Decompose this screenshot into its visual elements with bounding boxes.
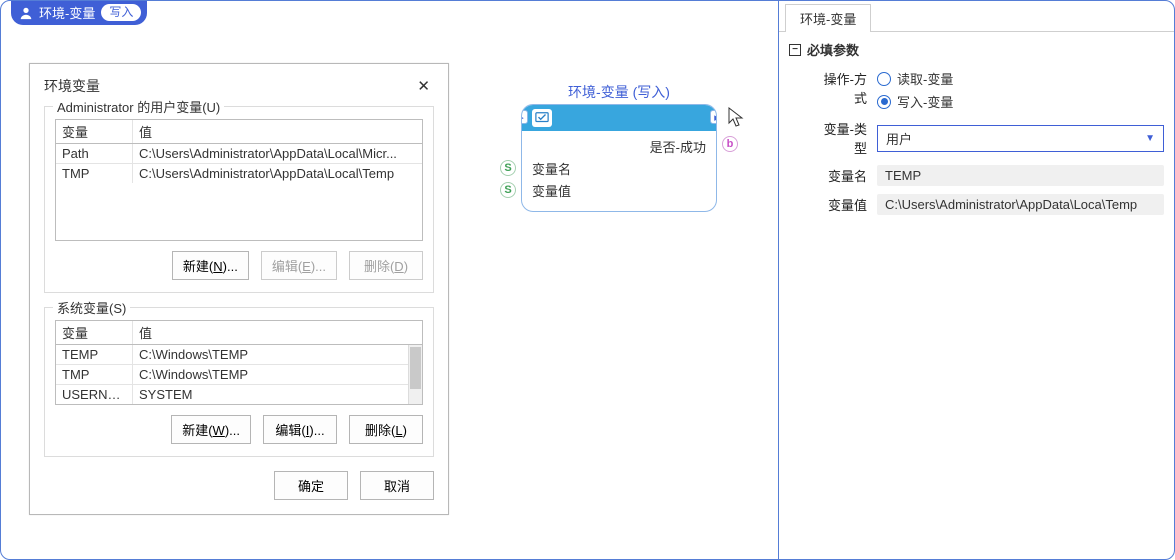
node-wrap: 环境-变量 (写入) ▸ ▸ 是否-成功 (521, 82, 717, 212)
scroll-thumb[interactable] (410, 347, 421, 389)
node-row-value: 变量值 (532, 181, 706, 200)
row-op-mode: 操作-方式 读取-变量 写入-变量 (789, 69, 1164, 111)
table-row[interactable]: TMP C:\Users\Administrator\AppData\Local… (56, 164, 422, 183)
table-row[interactable]: TMP C:\Windows\TEMP (56, 365, 422, 385)
new-user-button[interactable]: 新建(N)... (172, 251, 249, 280)
port-string-icon[interactable]: S (500, 182, 516, 198)
system-vars-fieldset: 系统变量(S) 变量 值 TEMP C:\Windows\TEMP (44, 307, 434, 457)
env-var-dialog: 环境变量 ✕ Administrator 的用户变量(U) 变量 值 (29, 63, 449, 515)
sys-table-body: TEMP C:\Windows\TEMP TMP C:\Windows\TEMP… (56, 345, 422, 404)
row-var-type: 变量-类型 用户 ▼ (789, 119, 1164, 157)
edit-user-button: 编辑(E)... (261, 251, 337, 280)
node-card[interactable]: ▸ ▸ 是否-成功 变量名 (521, 104, 717, 212)
canvas-area: 环境变量 ✕ Administrator 的用户变量(U) 变量 值 (1, 25, 778, 559)
sys-btn-row: 新建(W)... 编辑(I)... 删除(L) (55, 415, 423, 444)
delete-system-button[interactable]: 删除(L) (349, 415, 423, 444)
flow-out-port[interactable]: ▸ (710, 110, 717, 124)
new-system-button[interactable]: 新建(W)... (171, 415, 251, 444)
collapse-icon[interactable]: − (789, 44, 801, 56)
header-pill: 环境-变量 写入 (11, 1, 147, 25)
node-body: 是否-成功 变量名 变量值 (522, 131, 716, 211)
var-value-input[interactable]: C:\Users\Administrator\AppData\Loca\Temp (877, 194, 1164, 215)
col-var: 变量 (56, 321, 132, 344)
cursor-icon (728, 107, 744, 127)
tab-env-var[interactable]: 环境-变量 (785, 4, 871, 32)
row-var-name: 变量名 TEMP (789, 165, 1164, 186)
in-value-label: 变量值 (532, 181, 571, 200)
col-val: 值 (132, 321, 422, 344)
radio-icon (877, 72, 891, 86)
radio-write-label: 写入-变量 (897, 92, 953, 111)
right-panel: 环境-变量 − 必填参数 操作-方式 读取-变量 写入-变量 (778, 1, 1174, 559)
rp-body: − 必填参数 操作-方式 读取-变量 写入-变量 变量-类型 (779, 32, 1174, 231)
mode-badge: 写入 (101, 4, 141, 21)
in-name-label: 变量名 (532, 159, 571, 178)
table-row[interactable]: Path C:\Users\Administrator\AppData\Loca… (56, 144, 422, 164)
col-var: 变量 (56, 120, 132, 143)
var-type-dropdown[interactable]: 用户 ▼ (877, 125, 1164, 152)
cancel-button[interactable]: 取消 (360, 471, 434, 500)
user-table-body: Path C:\Users\Administrator\AppData\Loca… (56, 144, 422, 240)
flow-in-port[interactable]: ▸ (521, 110, 528, 124)
user-btn-row: 新建(N)... 编辑(E)... 删除(D) (55, 251, 423, 280)
port-bool-icon[interactable]: b (722, 136, 738, 152)
table-row[interactable]: TEMP C:\Windows\TEMP (56, 345, 422, 365)
radio-write[interactable]: 写入-变量 (877, 92, 1164, 111)
radio-read[interactable]: 读取-变量 (877, 69, 1164, 88)
var-type-label: 变量-类型 (813, 119, 877, 157)
var-type-value: 用户 (886, 129, 912, 148)
scrollbar[interactable] (408, 345, 422, 404)
dialog-title: 环境变量 (44, 76, 100, 96)
header-title: 环境-变量 (39, 3, 95, 22)
left-panel: 环境-变量 写入 环境变量 ✕ Administrator 的用户变量(U) (1, 1, 778, 559)
table-header: 变量 值 (56, 321, 422, 345)
app-root: 环境-变量 写入 环境变量 ✕ Administrator 的用户变量(U) (0, 0, 1175, 560)
node-header: ▸ ▸ (522, 105, 716, 131)
rp-section-head[interactable]: − 必填参数 (789, 40, 1164, 59)
row-var-value: 变量值 C:\Users\Administrator\AppData\Loca\… (789, 194, 1164, 215)
op-mode-radios: 读取-变量 写入-变量 (877, 69, 1164, 111)
system-var-table[interactable]: 变量 值 TEMP C:\Windows\TEMP TMP C:\Windows… (55, 320, 423, 405)
out-success-label: 是否-成功 (650, 137, 706, 156)
dialog-btn-row: 确定 取消 (44, 471, 434, 500)
node-title: 环境-变量 (写入) (521, 82, 717, 102)
monitor-check-icon (532, 109, 552, 127)
var-name-input[interactable]: TEMP (877, 165, 1164, 186)
table-row[interactable]: USERNAME SYSTEM (56, 385, 422, 404)
radio-read-label: 读取-变量 (897, 69, 953, 88)
section-title: 必填参数 (807, 40, 859, 59)
var-name-label: 变量名 (813, 166, 877, 185)
user-vars-legend: Administrator 的用户变量(U) (53, 97, 224, 116)
radio-icon (877, 95, 891, 109)
chevron-down-icon: ▼ (1145, 133, 1155, 144)
close-icon[interactable]: ✕ (413, 77, 434, 95)
header-pill-wrap: 环境-变量 写入 (1, 1, 778, 25)
col-val: 值 (132, 120, 422, 143)
person-icon (19, 6, 33, 20)
var-value-label: 变量值 (813, 195, 877, 214)
delete-user-button: 删除(D) (349, 251, 423, 280)
rp-tabbar: 环境-变量 (779, 1, 1174, 32)
op-mode-label: 操作-方式 (813, 69, 877, 107)
user-vars-fieldset: Administrator 的用户变量(U) 变量 值 Path C:\User… (44, 106, 434, 293)
node-row-name: 变量名 (532, 159, 706, 178)
system-vars-legend: 系统变量(S) (53, 298, 130, 317)
port-string-icon[interactable]: S (500, 160, 516, 176)
ok-button[interactable]: 确定 (274, 471, 348, 500)
edit-system-button[interactable]: 编辑(I)... (263, 415, 337, 444)
node-row-success: 是否-成功 (532, 137, 706, 156)
table-header: 变量 值 (56, 120, 422, 144)
user-var-table[interactable]: 变量 值 Path C:\Users\Administrator\AppData… (55, 119, 423, 241)
